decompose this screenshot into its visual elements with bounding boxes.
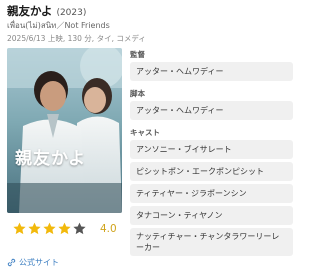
cast-item[interactable]: アンソニー・ブイサレート [130, 140, 293, 159]
official-site-link[interactable]: 公式サイト [7, 257, 59, 268]
poster-image [7, 48, 122, 213]
writer-label: 脚本 [130, 89, 145, 98]
rating-row: 4.0 [13, 221, 117, 236]
star-filled-icon [43, 222, 56, 235]
official-site-label: 公式サイト [19, 258, 59, 267]
star-filled-icon [13, 222, 26, 235]
cast-label: キャスト [130, 128, 160, 137]
movie-title-row: 親友かよ (2023) [7, 3, 86, 19]
link-icon [7, 258, 16, 267]
cast-item[interactable]: ナッティチャー・チャンタラワーリーレーカー [130, 228, 293, 256]
credits-panel: 監督 アッター・ヘムワディー 脚本 アッター・ヘムワディー キャスト アンソニー… [130, 48, 293, 259]
original-title: เพื่อน(ไม่)สนิท／Not Friends [7, 21, 110, 30]
director-item[interactable]: アッター・ヘムワディー [130, 62, 293, 81]
star-filled-icon [58, 222, 71, 235]
rating-value: 4.0 [100, 222, 117, 235]
star-empty-icon [73, 222, 86, 235]
star-filled-icon [28, 222, 41, 235]
cast-item[interactable]: タナコーン・ティヤノン [130, 206, 293, 225]
cast-item[interactable]: ティティヤー・ジラポーンシン [130, 184, 293, 203]
rating-stars [13, 222, 88, 235]
movie-year: (2023) [56, 8, 87, 18]
movie-meta: 2025/6/13 上映, 130 分, タイ, コメディ [7, 34, 146, 43]
writer-item[interactable]: アッター・ヘムワディー [130, 101, 293, 120]
cast-item[interactable]: ピシットポン・エークポンピシット [130, 162, 293, 181]
poster-title-text: 親友かよ [15, 149, 87, 169]
movie-title: 親友かよ [7, 4, 53, 18]
director-label: 監督 [130, 50, 145, 59]
movie-poster[interactable]: 親友かよ [7, 48, 122, 213]
